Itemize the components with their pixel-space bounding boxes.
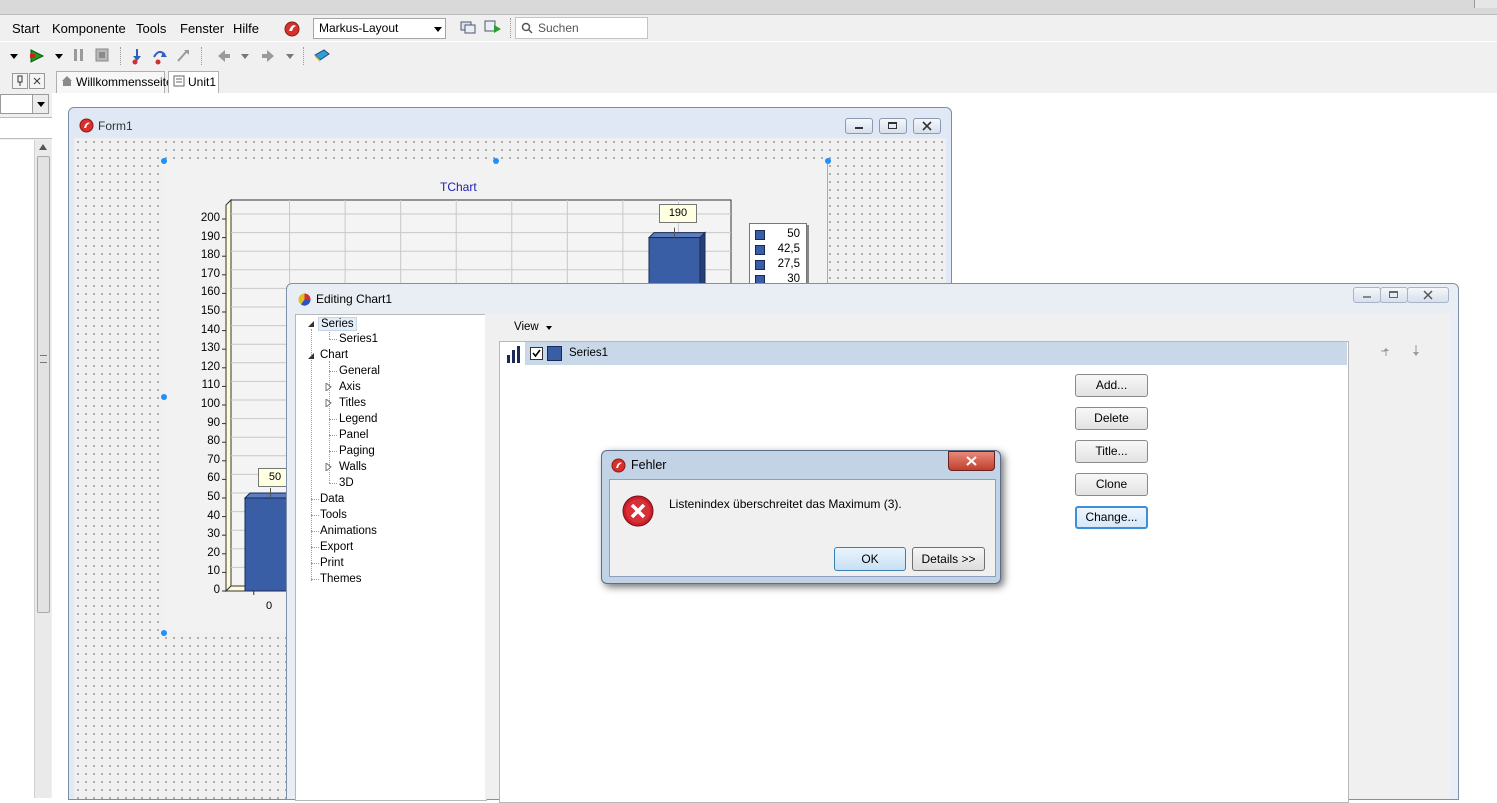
window-top-corner	[1474, 0, 1497, 8]
tree-line	[311, 579, 319, 580]
y-tick-label: 120	[200, 360, 220, 373]
legend-swatch	[755, 260, 765, 270]
tree-node-chart[interactable]: Chart	[320, 349, 348, 361]
tree-node-general[interactable]: General	[339, 365, 380, 377]
chart-legend: 50 42,5 27,5 30	[749, 223, 807, 287]
bar-data-label: 190	[659, 204, 697, 223]
tree-node-themes[interactable]: Themes	[320, 573, 362, 585]
error-dialog-body: Listenindex überschreitet das Maximum (3…	[609, 479, 996, 577]
collapsed-icon[interactable]	[325, 463, 333, 471]
bar-series-icon	[507, 346, 520, 363]
y-tick-label: 70	[207, 453, 220, 466]
tree-node-legend[interactable]: Legend	[339, 413, 377, 425]
x-tick-label: 0	[266, 600, 273, 612]
tree-line	[329, 451, 337, 452]
tree-node-data[interactable]: Data	[320, 493, 344, 505]
tree-line	[311, 329, 312, 581]
move-up-icon[interactable]	[1379, 344, 1393, 358]
details-button[interactable]: Details >>	[912, 547, 985, 571]
expanded-icon[interactable]	[307, 320, 315, 328]
tree-node-paging[interactable]: Paging	[339, 445, 375, 457]
tree-line	[311, 515, 319, 516]
y-tick-label: 60	[207, 472, 220, 485]
tree-line	[329, 419, 337, 420]
legend-item: 27,5	[750, 257, 806, 272]
tree-node-panel[interactable]: Panel	[339, 429, 368, 441]
bar-top	[647, 232, 707, 239]
chart-editor-icon	[298, 293, 311, 306]
legend-item: 50	[750, 227, 806, 242]
clone-series-button[interactable]: Clone	[1075, 473, 1148, 496]
tree-node-animations[interactable]: Animations	[320, 525, 377, 537]
tree-node-tools[interactable]: Tools	[320, 509, 347, 521]
tree-line	[311, 499, 319, 500]
maximize-button[interactable]	[1380, 287, 1408, 303]
tree-node-series[interactable]: Series	[318, 317, 357, 331]
close-icon	[966, 456, 977, 466]
error-message: Listenindex überschreitet das Maximum (3…	[669, 497, 902, 511]
tree-node-3d[interactable]: 3D	[339, 477, 354, 489]
tree-node-print[interactable]: Print	[320, 557, 344, 569]
expanded-icon[interactable]	[307, 352, 315, 360]
series-title-button[interactable]: Title...	[1075, 440, 1148, 463]
close-button[interactable]	[1407, 287, 1449, 303]
y-tick-label: 110	[201, 379, 220, 392]
y-tick-label: 180	[200, 249, 220, 262]
error-dialog[interactable]: Fehler Listenindex überschreitet das Max…	[601, 450, 1001, 584]
delete-series-button[interactable]: Delete	[1075, 407, 1148, 430]
chart-left-wall	[225, 198, 232, 593]
y-tick-label: 100	[200, 398, 220, 410]
series-row[interactable]: Series1	[525, 342, 1347, 365]
change-series-button[interactable]: Change...	[1075, 506, 1148, 529]
tree-node-series1[interactable]: Series1	[339, 333, 378, 345]
series-color-swatch[interactable]	[547, 346, 562, 361]
y-tick-label: 130	[200, 342, 220, 355]
tree-line	[311, 563, 319, 564]
tree-node-walls[interactable]: Walls	[339, 461, 367, 473]
y-tick-label: 0	[213, 584, 220, 596]
y-tick-label: 190	[200, 230, 220, 243]
move-down-icon[interactable]	[1409, 344, 1423, 358]
tree-node-export[interactable]: Export	[320, 541, 353, 553]
y-tick-label: 10	[207, 565, 220, 578]
legend-swatch	[755, 230, 765, 240]
y-tick-label: 200	[200, 212, 220, 224]
collapsed-icon[interactable]	[325, 399, 333, 407]
tree-line	[329, 483, 337, 484]
delphi-app-icon	[611, 458, 626, 473]
error-icon	[622, 495, 654, 527]
y-tick-label: 80	[207, 435, 220, 448]
tree-line	[329, 371, 337, 372]
y-tick-label: 20	[207, 546, 220, 559]
legend-swatch	[755, 245, 765, 255]
add-series-button[interactable]: Add...	[1075, 374, 1148, 397]
tree-node-axis[interactable]: Axis	[339, 381, 361, 393]
y-tick-label: 150	[200, 305, 220, 317]
y-tick-label: 40	[207, 509, 220, 522]
tree-line	[311, 547, 319, 548]
close-button[interactable]	[948, 451, 995, 471]
tree-line	[329, 435, 337, 436]
view-menu[interactable]: View	[514, 321, 539, 333]
y-tick-label: 30	[207, 528, 220, 541]
ok-button[interactable]: OK	[834, 547, 906, 571]
error-dialog-title: Fehler	[631, 458, 667, 472]
legend-item: 42,5	[750, 242, 806, 257]
y-tick-label: 140	[200, 323, 220, 336]
y-tick-label: 90	[207, 416, 220, 429]
series-name: Series1	[569, 347, 608, 359]
tree-line	[311, 531, 319, 532]
chevron-down-icon[interactable]	[546, 326, 552, 330]
tree-node-titles[interactable]: Titles	[339, 397, 366, 409]
y-tick-label: 170	[200, 267, 220, 280]
close-icon	[1423, 290, 1433, 300]
tree-line	[329, 339, 337, 340]
editor-title: Editing Chart1	[316, 292, 393, 306]
minimize-button[interactable]	[1353, 287, 1381, 303]
editor-tree[interactable]: Series Series1 Chart General Axis Titles…	[295, 314, 487, 801]
series-visible-checkbox[interactable]	[530, 347, 543, 360]
y-tick-label: 160	[200, 286, 220, 299]
collapsed-icon[interactable]	[325, 383, 333, 391]
y-tick-label: 50	[207, 491, 220, 503]
